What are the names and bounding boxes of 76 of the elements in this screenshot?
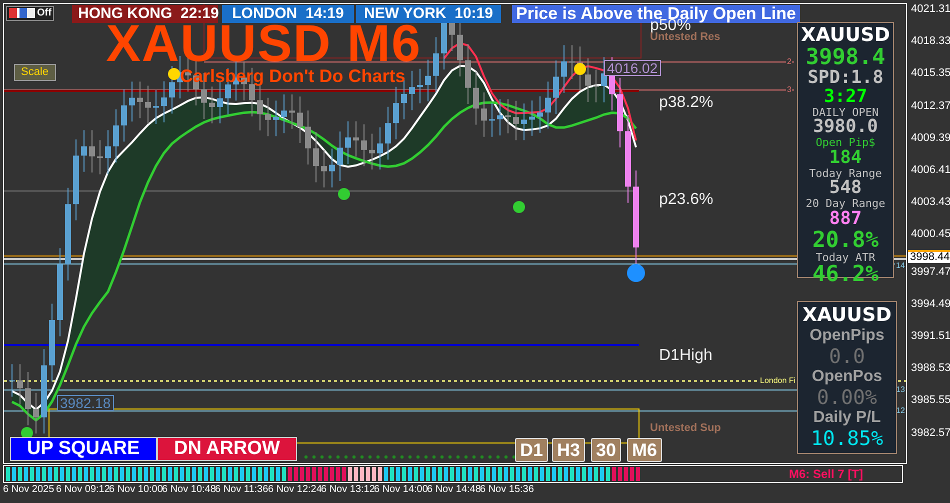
time-label: 6 Nov 09:12	[56, 485, 110, 495]
panel-text: 184	[829, 148, 862, 168]
signal-dot	[574, 63, 586, 75]
panel-text: 0.0	[828, 346, 866, 367]
price-label: 4006.41	[911, 165, 950, 176]
level-label: Untested Sup	[650, 423, 721, 434]
status-text: M6: Sell 7 [T]	[789, 468, 864, 480]
price-label: 3991.51	[911, 331, 950, 342]
price-label: 3985.55	[911, 395, 950, 406]
level-label: p23.6%	[659, 192, 714, 208]
panel-text: 3:27	[824, 88, 868, 107]
price-label: 3982.57	[911, 428, 950, 439]
panel-text: 548	[829, 179, 862, 198]
panel-text: SPD:1.8	[808, 69, 884, 88]
time-label: 6 Nov 15:36	[480, 485, 534, 495]
line-number: 2	[786, 57, 792, 67]
line-number: 14	[895, 261, 906, 271]
timeframe-label: D1	[515, 438, 548, 462]
panel-text: 20 Day Range	[806, 198, 886, 210]
price-label: 4009.39	[911, 132, 950, 144]
current-price-label: 3998.44	[908, 250, 950, 263]
price-label: 4000.45	[911, 229, 950, 240]
panel-text: 3998.4	[806, 46, 886, 70]
price-label: 4021.31	[911, 4, 950, 15]
price-label: 4003.43	[911, 197, 950, 208]
signal-label: DN ARROW	[157, 437, 297, 461]
clock-label: HONG KONG 22:19	[72, 5, 218, 23]
panel-text: 10.85%	[810, 428, 884, 449]
time-label: 6 Nov 2025	[3, 485, 54, 495]
level-label: D1High	[659, 348, 712, 364]
panel-text: DAILY OPEN	[812, 106, 879, 118]
price-label: 4015.35	[911, 68, 950, 80]
timeframe-label: M6	[627, 438, 662, 462]
timeframe-label: 30	[591, 438, 622, 462]
clock-label: LONDON 14:19	[222, 5, 354, 23]
chart-icon	[9, 8, 35, 18]
line-number: 3	[786, 85, 792, 95]
price-label: 3988.53	[911, 363, 950, 374]
level-label: p38.2%	[659, 95, 714, 111]
panel-text: 887	[829, 210, 862, 229]
time-label: 6 Nov 10:48	[162, 485, 216, 495]
signal-dot	[338, 188, 350, 200]
price-label: 3994.49	[911, 298, 950, 310]
panel-text: 0.00%	[816, 386, 878, 408]
panel-text: 3980.0	[812, 118, 878, 138]
panel-text: XAUUSD	[802, 306, 892, 326]
price-tag: 4016.02	[604, 60, 661, 76]
panel-text: Daily P/L	[813, 410, 881, 426]
toolbar-button[interactable]: Off	[6, 6, 54, 21]
signal-label: UP SQUARE	[10, 437, 157, 461]
panel-text: XAUUSD	[800, 26, 890, 46]
signal-dot	[168, 68, 180, 80]
price-label: 4018.33	[911, 36, 950, 48]
panel-text: OpenPips	[810, 328, 884, 344]
time-label: 6 Nov 12:24	[268, 485, 322, 495]
time-label: 6 Nov 11:36	[215, 485, 268, 495]
time-label: 6 Nov 10:00	[109, 485, 163, 495]
signal-dot	[627, 264, 645, 282]
time-label: 6 Nov 14:48	[427, 485, 481, 495]
panel-text: OpenPos	[812, 368, 882, 386]
signal-dot	[513, 201, 525, 213]
panel-text: Today Range	[809, 168, 882, 180]
panel-text: Today ATR	[816, 252, 876, 264]
time-label: 6 Nov 14:00	[374, 485, 428, 495]
clock-label: NEW YORK 10:19	[356, 5, 501, 23]
price-tag: 3982.18	[57, 395, 114, 411]
panel-text: Open Pip$	[816, 137, 876, 149]
chart-title: XAUUSD M6	[106, 24, 422, 65]
price-label: 3997.47	[911, 266, 950, 278]
timeframe-label: H3	[552, 438, 586, 462]
scale-button[interactable]: Scale	[14, 64, 56, 81]
level-label: Untested Res	[650, 32, 720, 43]
time-label: 6 Nov 13:12	[321, 485, 375, 495]
price-label: 4012.37	[911, 100, 950, 112]
line-note: London Fi	[759, 376, 797, 386]
panel-text: 20.8%	[812, 228, 879, 252]
